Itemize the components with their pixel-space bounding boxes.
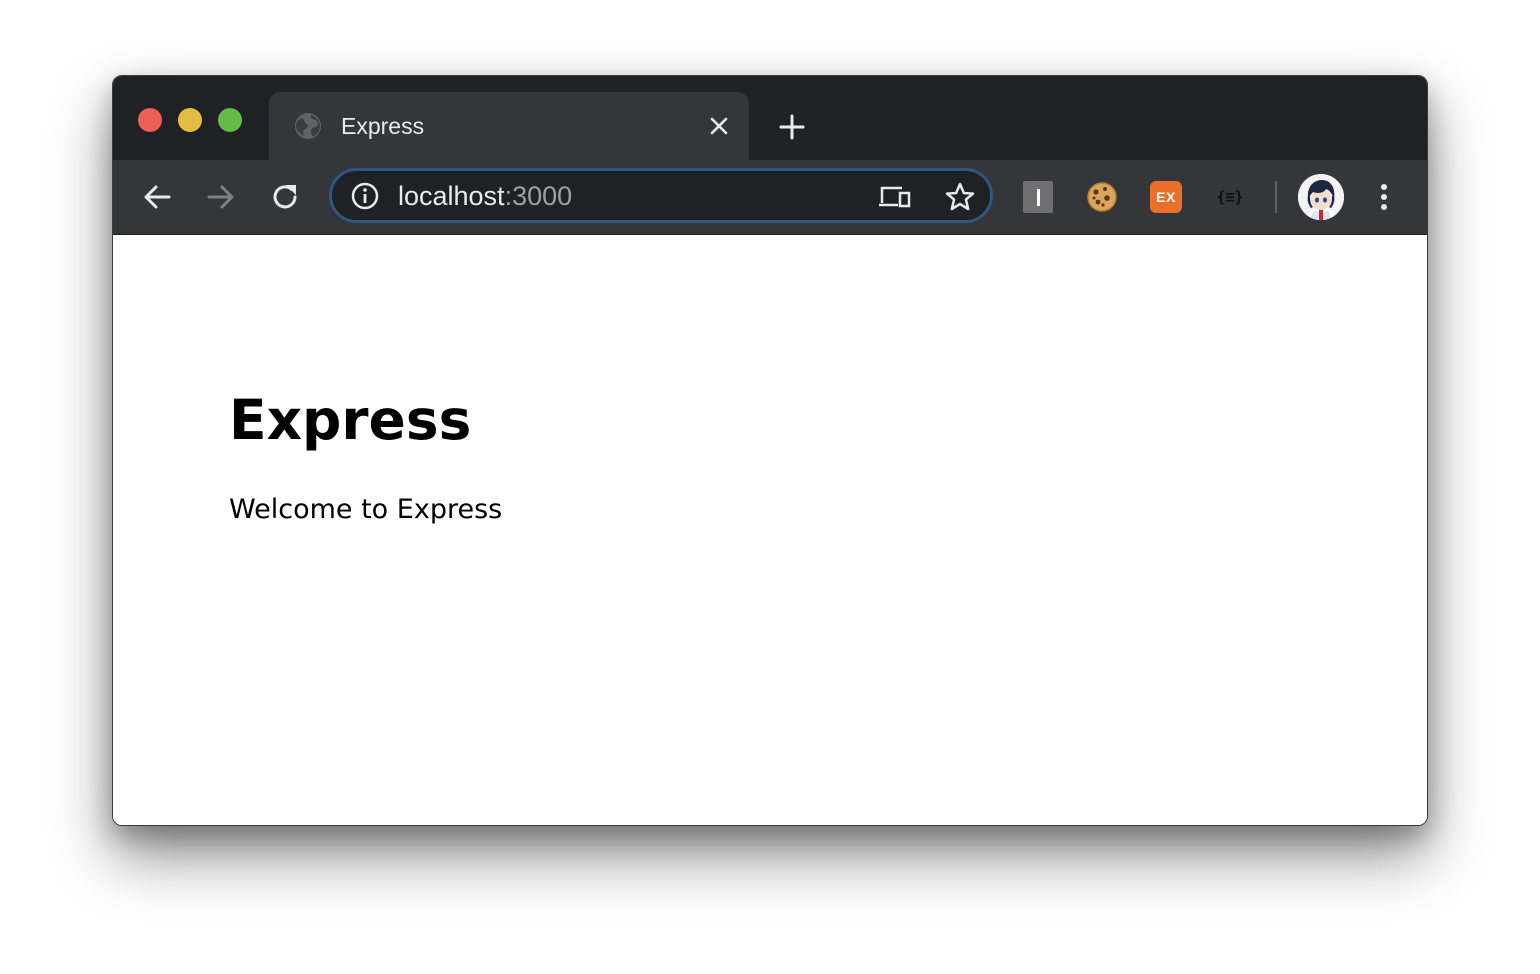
url-text[interactable]: localhost:3000 [398,181,572,211]
more-vert-icon-dot [1381,194,1387,200]
url-port: :3000 [504,181,573,211]
json-viewer-icon: {≡} [1216,188,1244,206]
close-tab-button[interactable] [705,112,733,140]
more-vert-icon-dot [1381,204,1387,210]
i-extension-button[interactable] [1021,180,1055,214]
profile-avatar[interactable] [1298,174,1344,220]
star-icon[interactable] [944,181,976,213]
send-to-devices-icon[interactable] [878,183,912,211]
info-icon[interactable] [351,182,379,210]
url-host: localhost [398,181,505,211]
tab-title: Express [341,113,425,139]
page-heading: Express [229,388,472,452]
cookie-extension-button[interactable] [1085,180,1119,214]
cookie-icon [1087,182,1117,212]
avatar-image [1298,174,1344,220]
tab-strip: Express [113,76,1427,160]
toolbar-separator [1275,181,1277,213]
forward-button[interactable] [203,179,239,215]
window-zoom-button[interactable] [218,108,242,132]
more-vert-icon-dot [1381,184,1387,190]
new-tab-button[interactable] [775,110,809,144]
json-viewer-extension-button[interactable]: {≡} [1213,180,1247,214]
browser-window: Express localhost:3000 EX {≡} Express We… [112,75,1428,826]
forward-arrow-icon [207,185,234,209]
back-button[interactable] [139,179,175,215]
plus-icon [779,114,805,140]
back-arrow-icon [144,185,171,209]
tab-express[interactable]: Express [269,92,749,160]
toolbar: localhost:3000 EX {≡} [113,160,1427,235]
window-close-button[interactable] [138,108,162,132]
address-bar[interactable]: localhost:3000 [329,168,993,223]
ex-extension-icon: EX [1150,181,1182,213]
close-icon [710,117,728,135]
reload-button[interactable] [267,179,303,215]
ex-extension-button[interactable]: EX [1149,180,1183,214]
reload-icon [273,185,297,209]
page-viewport: Express Welcome to Express [113,235,1427,825]
page-welcome-text: Welcome to Express [229,494,503,525]
window-minimize-button[interactable] [178,108,202,132]
globe-icon [295,113,321,139]
i-extension-icon [1023,181,1053,213]
chrome-menu-button[interactable] [1369,179,1399,215]
